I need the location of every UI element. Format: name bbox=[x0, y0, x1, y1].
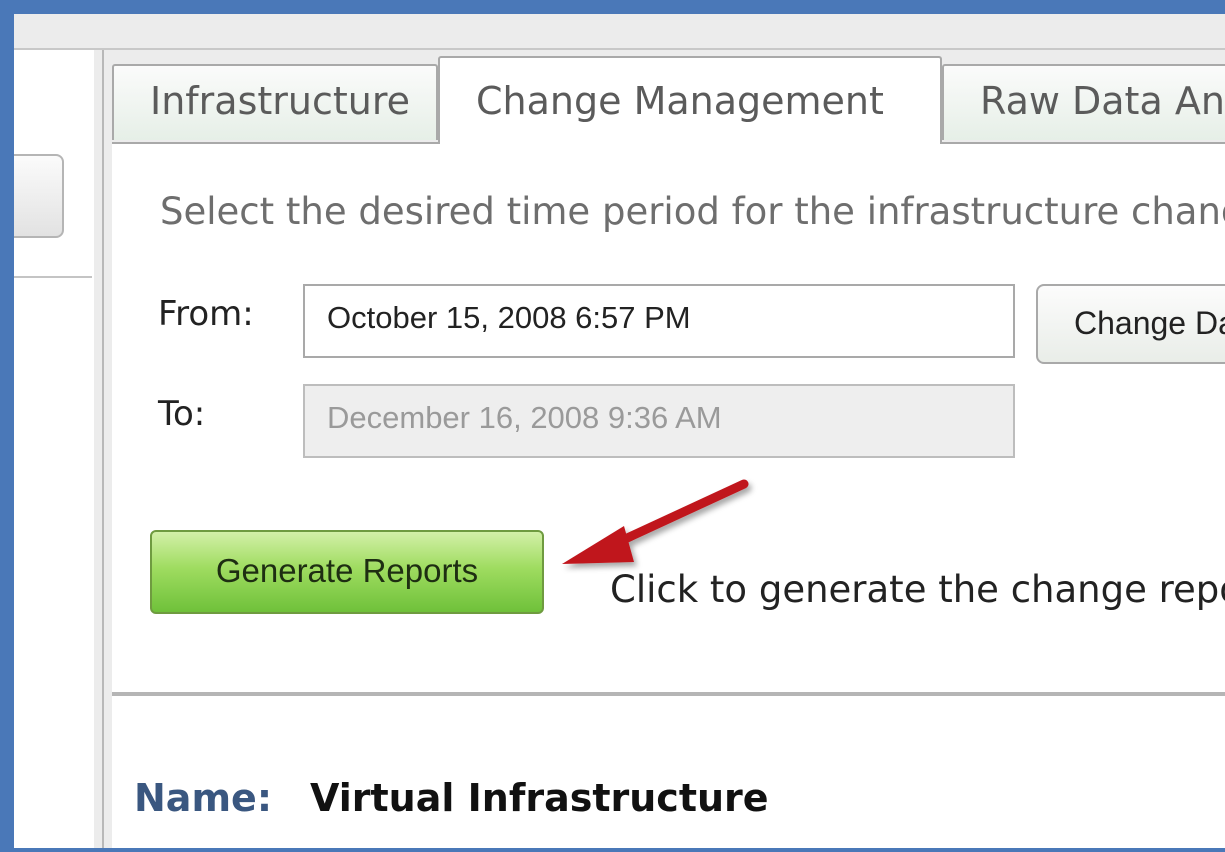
name-label: Name: bbox=[134, 776, 273, 820]
left-panel-divider bbox=[14, 276, 92, 278]
from-label: From: bbox=[158, 294, 254, 334]
details-panel: Name: Virtual Infrastructure bbox=[112, 694, 1225, 848]
left-panel-button[interactable] bbox=[14, 154, 64, 238]
top-bar bbox=[14, 14, 1225, 50]
instruction-text: Select the desired time period for the i… bbox=[160, 190, 1225, 233]
generate-hint-text: Click to generate the change reports bbox=[610, 568, 1225, 611]
left-panel bbox=[14, 50, 96, 848]
to-date-field: December 16, 2008 9:36 AM bbox=[303, 384, 1015, 458]
tab-raw-data-analysis[interactable]: Raw Data Analysis bbox=[942, 64, 1225, 140]
from-date-field[interactable]: October 15, 2008 6:57 PM bbox=[303, 284, 1015, 358]
to-label: To: bbox=[158, 394, 206, 434]
panel-gutter bbox=[94, 50, 102, 848]
tab-infrastructure[interactable]: Infrastructure bbox=[112, 64, 438, 140]
tab-change-management[interactable]: Change Management bbox=[438, 56, 942, 144]
change-management-panel: Select the desired time period for the i… bbox=[112, 142, 1225, 694]
generate-reports-button[interactable]: Generate Reports bbox=[150, 530, 544, 614]
screenshot-frame: Infrastructure Change Management Raw Dat… bbox=[14, 14, 1225, 848]
main-panel: Infrastructure Change Management Raw Dat… bbox=[102, 50, 1225, 848]
change-date-button[interactable]: Change Date bbox=[1036, 284, 1225, 364]
tab-strip: Infrastructure Change Management Raw Dat… bbox=[104, 50, 1225, 144]
name-value: Virtual Infrastructure bbox=[310, 776, 769, 820]
